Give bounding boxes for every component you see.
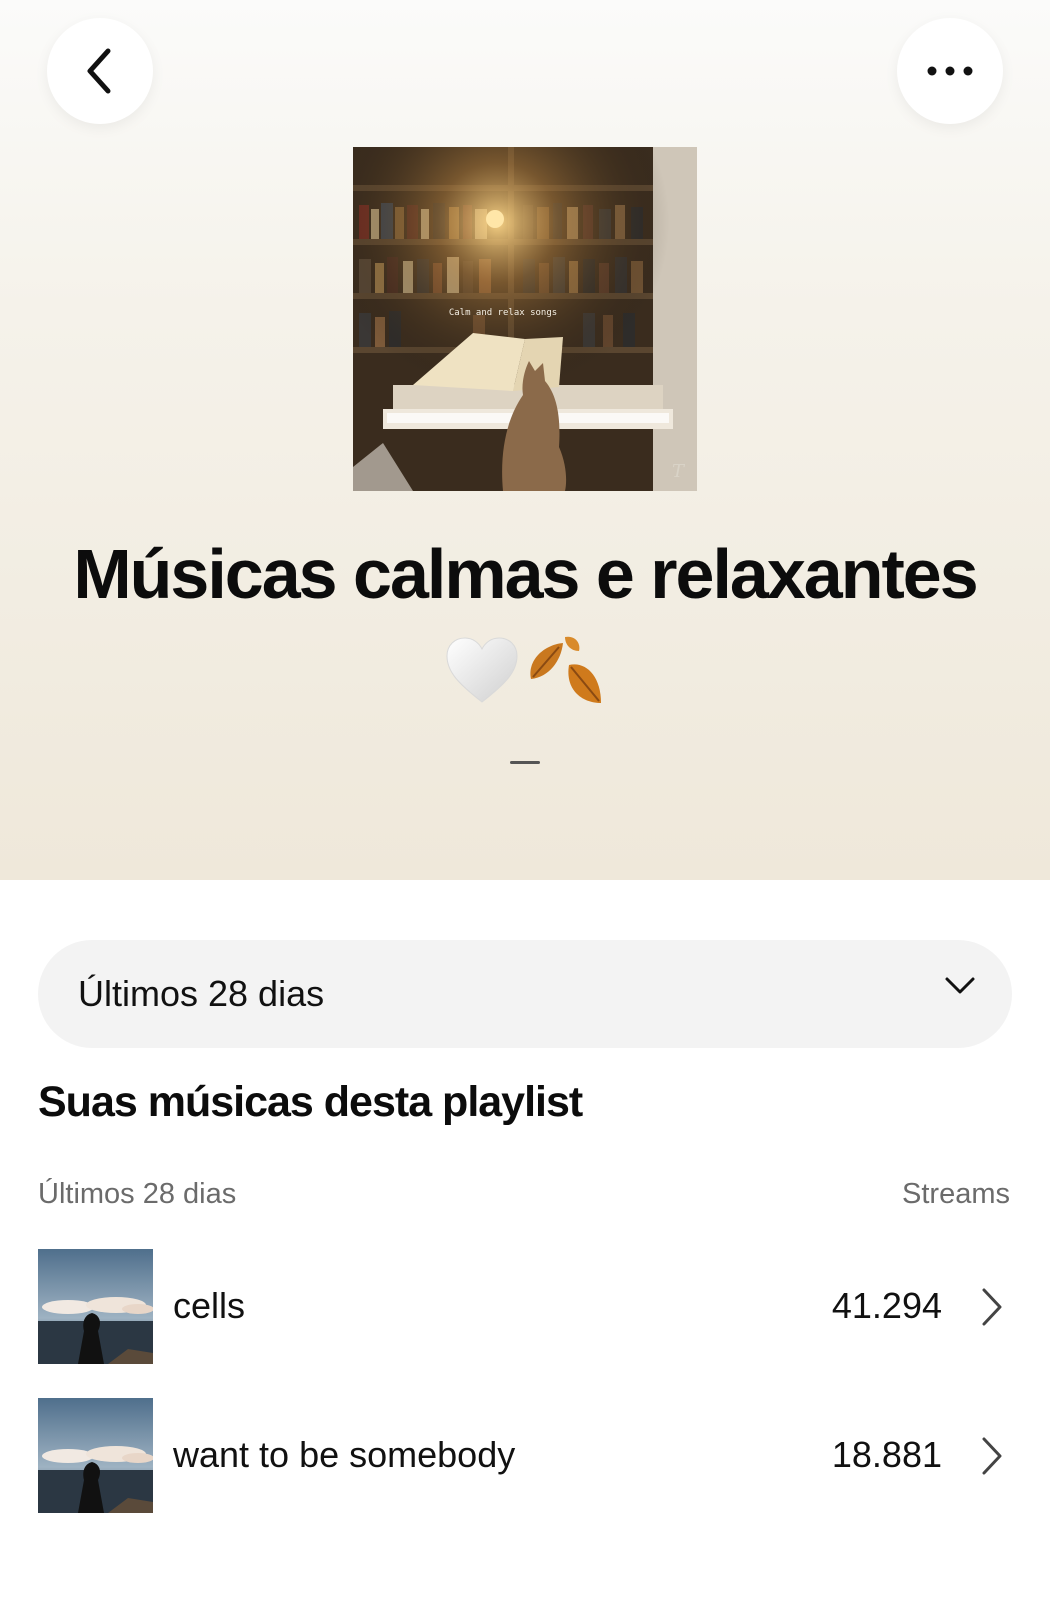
back-button[interactable] (47, 18, 153, 124)
white-heart-icon (446, 637, 518, 703)
column-header-streams: Streams (902, 1178, 1010, 1210)
fallen-leaves-icon (530, 636, 601, 703)
playlist-header: Calm and relax songs T Músicas calmas e … (0, 0, 1050, 880)
track-row[interactable]: want to be somebody 18.881 (0, 1398, 1050, 1514)
playlist-description-dash: — (510, 761, 540, 764)
cover-caption: Calm and relax songs (449, 308, 557, 318)
playlist-cover-image: Calm and relax songs T (353, 147, 697, 491)
column-header-period: Últimos 28 dias (38, 1178, 237, 1210)
title-emoji (0, 625, 1050, 715)
period-select[interactable]: Últimos 28 dias (38, 940, 1012, 1048)
svg-text:T: T (672, 461, 686, 482)
chevron-down-icon (945, 977, 975, 994)
period-select-value: Últimos 28 dias (78, 973, 325, 1014)
track-thumbnail (38, 1249, 153, 1364)
more-options-button[interactable] (897, 18, 1003, 124)
track-streams: 18.881 (831, 1434, 942, 1475)
chevron-left-icon (87, 48, 111, 94)
track-name: want to be somebody (173, 1434, 516, 1475)
chevron-right-icon (982, 1288, 1002, 1326)
track-thumbnail (38, 1398, 153, 1513)
track-row[interactable]: cells 41.294 (0, 1249, 1050, 1365)
section-title: Suas músicas desta playlist (38, 1078, 583, 1126)
chevron-right-icon (982, 1437, 1002, 1475)
more-horizontal-icon (927, 66, 973, 76)
track-name: cells (173, 1285, 246, 1326)
playlist-title: Músicas calmas e relaxantes (73, 535, 978, 613)
track-streams: 41.294 (831, 1285, 942, 1326)
